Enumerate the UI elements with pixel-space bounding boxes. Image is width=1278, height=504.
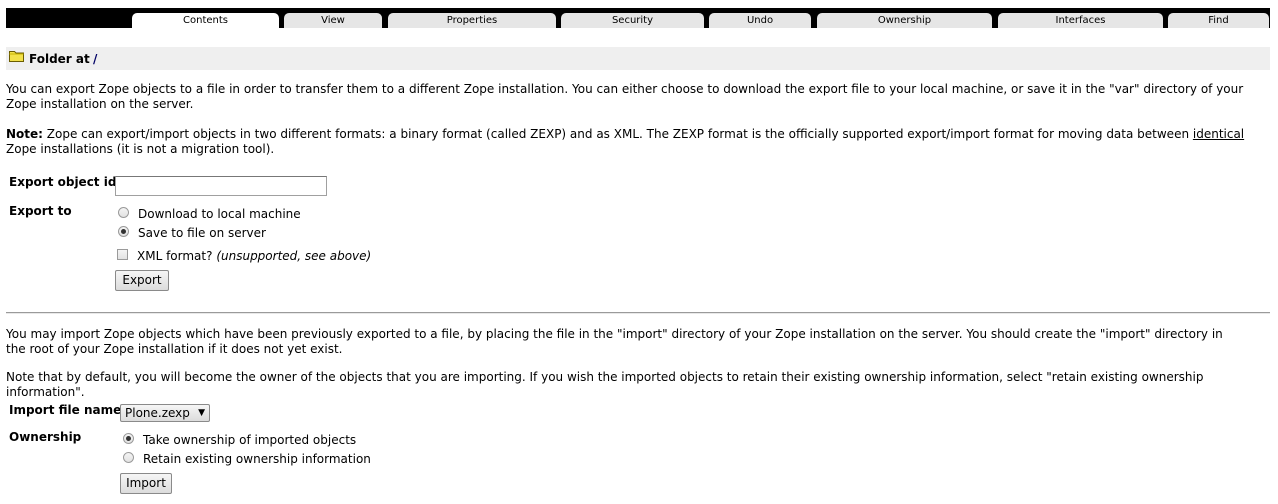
retain-ownership-label[interactable]: Retain existing ownership information	[143, 452, 371, 466]
import-file-selected-value: Plone.zexp	[125, 406, 190, 420]
take-ownership-label[interactable]: Take ownership of imported objects	[143, 433, 356, 447]
tab-properties[interactable]: Properties	[388, 13, 556, 28]
xml-format-checkbox[interactable]	[117, 249, 128, 260]
location-bar: Folder at /	[6, 47, 1270, 70]
tab-find[interactable]: Find	[1168, 13, 1269, 28]
take-ownership-radio[interactable]	[123, 433, 134, 444]
dropdown-arrow-icon: ▼	[198, 408, 205, 418]
xml-format-label[interactable]: XML format? (unsupported, see above)	[137, 249, 371, 263]
tab-ownership[interactable]: Ownership	[817, 13, 992, 28]
folder-icon	[9, 51, 24, 62]
import-note-text: Note that by default, you will become th…	[6, 370, 1204, 399]
note-label: Note:	[6, 127, 43, 141]
note-emphasis: identical	[1192, 127, 1245, 141]
import-button[interactable]: Import	[120, 473, 172, 494]
export-id-input[interactable]	[115, 176, 327, 196]
export-button[interactable]: Export	[115, 270, 169, 291]
location-path-link[interactable]: /	[93, 52, 97, 66]
export-server-radio[interactable]	[118, 226, 129, 237]
import-intro-text: You may import Zope objects which have b…	[6, 327, 1223, 356]
export-intro-text: You can export Zope objects to a file in…	[6, 82, 1244, 111]
section-divider	[6, 312, 1270, 314]
note-text-part-b: Zope installations (it is not a migratio…	[6, 142, 275, 156]
tab-interfaces[interactable]: Interfaces	[998, 13, 1163, 28]
import-file-label: Import file name	[9, 403, 122, 417]
tab-contents[interactable]: Contents	[132, 13, 279, 29]
tab-view[interactable]: View	[284, 13, 382, 28]
xml-format-text: XML format?	[137, 249, 213, 263]
export-to-label: Export to	[9, 204, 72, 218]
tab-security[interactable]: Security	[561, 13, 704, 28]
ownership-label: Ownership	[9, 430, 82, 444]
location-label: Folder at	[29, 52, 90, 66]
export-id-label: Export object id	[9, 175, 117, 189]
retain-ownership-radio[interactable]	[123, 452, 134, 463]
note-text-part-a: Zope can export/import objects in two di…	[42, 127, 1193, 141]
export-download-label[interactable]: Download to local machine	[138, 207, 301, 221]
export-server-label[interactable]: Save to file on server	[138, 226, 266, 240]
management-tab-bar: Contents View Properties Security Undo O…	[6, 8, 1270, 29]
xml-format-hint: (unsupported, see above)	[216, 249, 372, 263]
tab-undo[interactable]: Undo	[709, 13, 811, 28]
export-note-text: Note: Zope can export/import objects in …	[6, 127, 1246, 157]
import-file-select[interactable]: Plone.zexp ▼	[120, 404, 210, 422]
export-download-radio[interactable]	[118, 207, 129, 218]
